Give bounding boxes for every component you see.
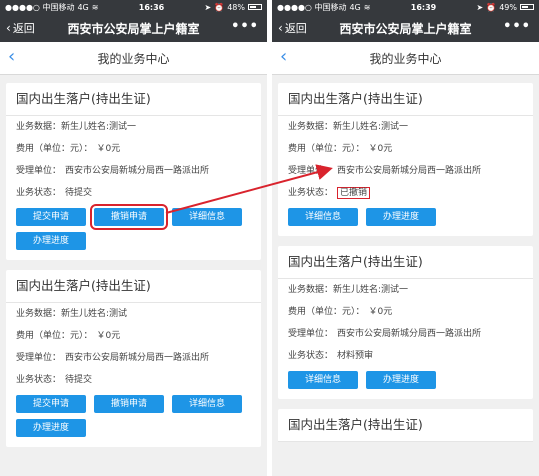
annotation-arrow — [165, 164, 333, 214]
arrow-line — [165, 164, 333, 214]
